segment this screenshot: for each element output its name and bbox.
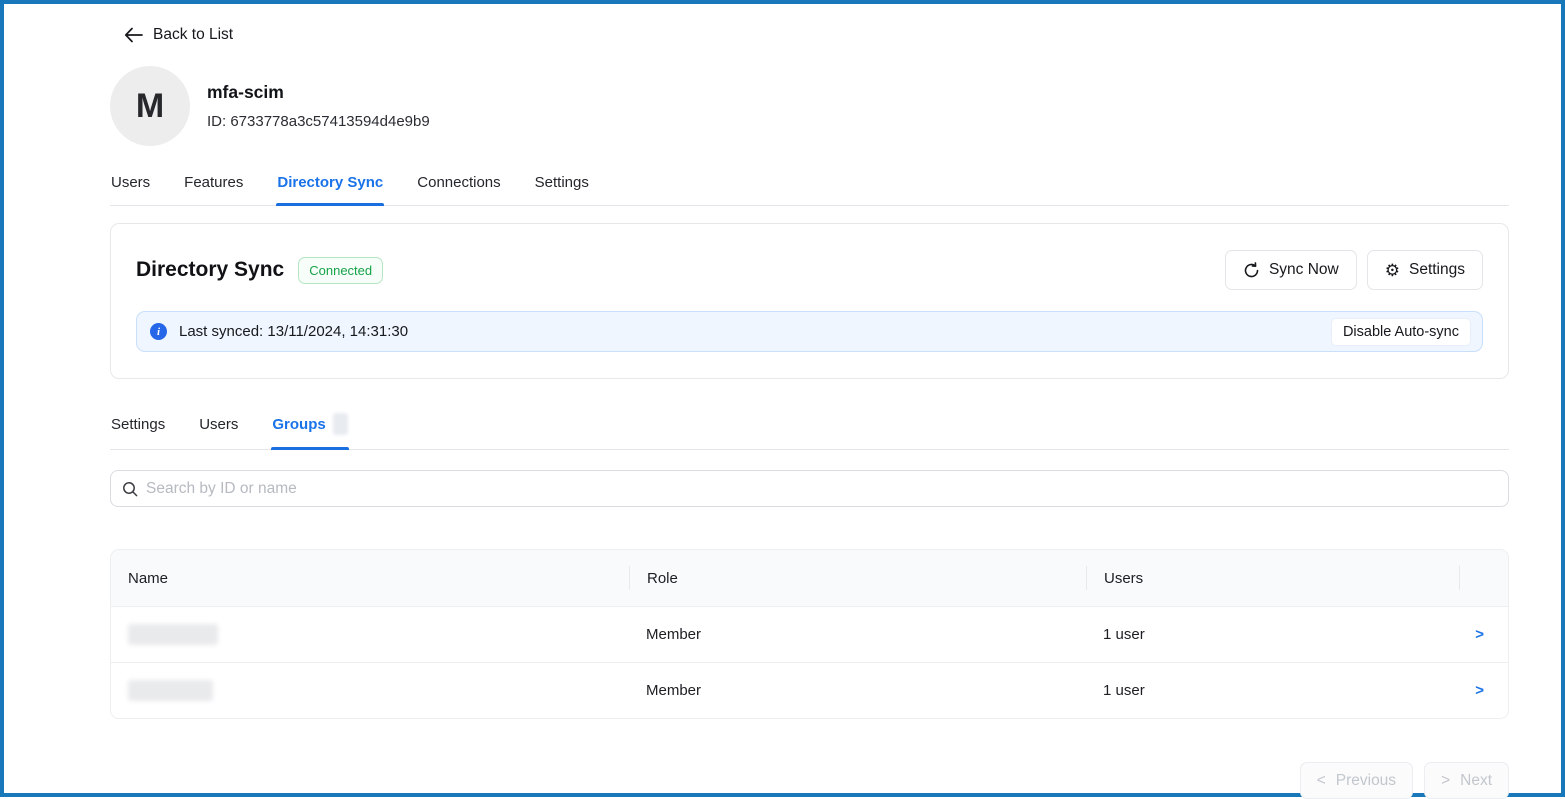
settings-button[interactable]: ⚙ Settings [1367,250,1483,290]
app-profile-header: M mfa-scim ID: 6733778a3c57413594d4e9b9 [110,66,1509,146]
group-role-cell: Member [629,626,1086,643]
pagination: < Previous > Next [110,762,1509,799]
previous-page-button[interactable]: < Previous [1300,762,1413,799]
directory-sync-card: Directory Sync Connected Sync Now ⚙ Sett… [110,223,1509,379]
groups-table: Name Role Users Member 1 user > Member 1… [110,549,1509,719]
subtab-settings[interactable]: Settings [110,407,166,449]
chevron-right-icon[interactable]: > [1459,626,1508,643]
tab-connections[interactable]: Connections [416,168,501,205]
directory-sub-tabs: Settings Users Groups [110,407,1509,450]
last-synced-banner: i Last synced: 13/11/2024, 14:31:30 Disa… [136,311,1483,352]
previous-label: Previous [1336,772,1396,790]
group-users-cell: 1 user [1086,682,1459,699]
table-header: Name Role Users [111,550,1508,606]
tab-directory-sync[interactable]: Directory Sync [276,168,384,205]
main-tabs: Users Features Directory Sync Connection… [110,168,1509,206]
column-header-name: Name [111,566,629,590]
gear-icon: ⚙ [1385,262,1400,279]
tab-settings[interactable]: Settings [534,168,590,205]
search-input[interactable] [146,480,1497,498]
subtab-users[interactable]: Users [198,407,239,449]
last-synced-text: Last synced: 13/11/2024, 14:31:30 [179,323,408,340]
back-to-list-label: Back to List [153,26,233,44]
table-row[interactable]: Member 1 user > [111,662,1508,718]
status-badge: Connected [298,257,383,284]
column-header-role: Role [629,566,1086,590]
avatar: M [110,66,190,146]
disable-auto-sync-button[interactable]: Disable Auto-sync [1331,318,1471,346]
card-title: Directory Sync [136,258,284,282]
group-name-cell [111,624,629,645]
group-role-cell: Member [629,682,1086,699]
subtab-groups[interactable]: Groups [271,407,348,449]
redacted-group-name [128,680,213,701]
column-header-users: Users [1086,566,1459,590]
directory-sync-page: Back to List M mfa-scim ID: 6733778a3c57… [4,4,1561,799]
tab-features[interactable]: Features [183,168,244,205]
table-row[interactable]: Member 1 user > [111,606,1508,662]
group-users-cell: 1 user [1086,626,1459,643]
search-icon [122,481,138,497]
back-arrow-icon [124,27,143,43]
search-bar [110,470,1509,507]
back-to-list-link[interactable]: Back to List [124,26,233,44]
tab-users[interactable]: Users [110,168,151,205]
next-page-button[interactable]: > Next [1424,762,1509,799]
app-id: ID: 6733778a3c57413594d4e9b9 [207,113,430,130]
chevron-right-icon: > [1441,772,1450,790]
sync-now-button[interactable]: Sync Now [1225,250,1357,290]
sync-now-label: Sync Now [1269,261,1339,279]
column-header-action [1459,566,1508,590]
next-label: Next [1460,772,1492,790]
redacted-group-name [128,624,218,645]
groups-count-badge-redacted [333,413,348,435]
chevron-left-icon: < [1317,772,1326,790]
chevron-right-icon[interactable]: > [1459,682,1508,699]
page-title: mfa-scim [207,82,430,103]
sync-icon [1243,262,1260,279]
info-icon: i [150,323,167,340]
subtab-groups-label: Groups [272,416,325,433]
group-name-cell [111,680,629,701]
settings-label: Settings [1409,261,1465,279]
